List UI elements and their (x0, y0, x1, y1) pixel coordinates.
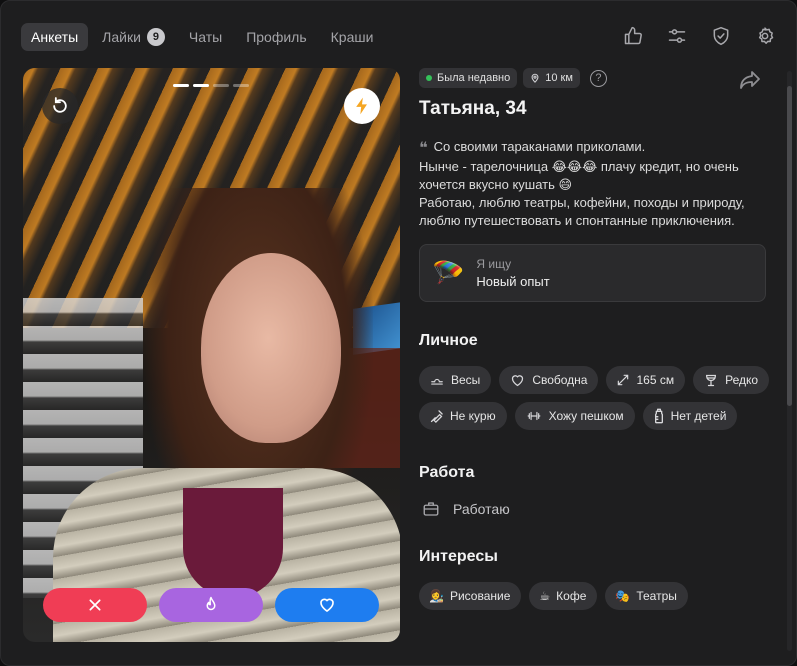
libra-icon (431, 378, 443, 385)
gear-icon[interactable] (754, 25, 776, 47)
page-dot[interactable] (173, 84, 189, 87)
likes-count-badge: 9 (146, 28, 165, 46)
seeking-label: Я ищу (476, 257, 512, 271)
chip-label: Весы (451, 373, 481, 387)
chip-label: Свободна (532, 373, 588, 387)
seeking-value: Новый опыт (476, 274, 550, 289)
tab-likes[interactable]: Лайки 9 (92, 23, 175, 51)
page-dot[interactable] (233, 84, 249, 87)
work-value: Работаю (453, 501, 510, 517)
page-dot[interactable] (213, 84, 229, 87)
chip-interest-coffee: ☕ Кофе (529, 582, 598, 610)
chip-interest-drawing: 👩‍🎨 Рисование (419, 582, 522, 610)
personal-section-title: Личное (419, 332, 478, 349)
status-text: Была недавно (437, 72, 511, 84)
chip-height: 165 см (606, 366, 686, 394)
app-window: Анкеты Лайки 9 Чаты Профиль Краши Была н… (0, 0, 797, 666)
share-icon[interactable] (737, 68, 763, 92)
tab-label: Профиль (246, 29, 307, 45)
location-pin-icon (531, 73, 539, 83)
no-smoking-icon (430, 409, 443, 423)
nav-actions (622, 25, 776, 47)
chip-smoking: Не курю (419, 402, 507, 430)
bio-line: Нынче - тарелочница 😂😂😂 плачу кредит, но… (419, 159, 739, 192)
chip-activity: Хожу пешком (514, 402, 635, 430)
like-button[interactable] (275, 588, 379, 622)
dumbbell-icon (527, 411, 541, 421)
quote-icon: ❝ (419, 140, 428, 157)
person-face (201, 253, 341, 443)
coffee-icon: ☕ (539, 589, 551, 603)
wine-glass-icon (706, 374, 717, 386)
boost-button[interactable] (344, 88, 380, 124)
chip-label: Не курю (450, 409, 496, 423)
heart-icon (320, 598, 334, 612)
shield-check-icon[interactable] (710, 25, 732, 47)
chip-label: Хожу пешком (548, 409, 624, 423)
profile-bio: ❝ Со своими тараканами приколами. Нынче -… (419, 138, 759, 230)
online-dot (426, 75, 432, 81)
close-icon (89, 599, 101, 611)
bio-line: Со своими тараканами приколами. (433, 139, 646, 154)
work-row: Работаю (421, 500, 779, 518)
heart-outline-icon (512, 374, 524, 386)
tab-label: Чаты (188, 29, 223, 45)
chip-label: Нет детей (670, 409, 727, 423)
tab-profile[interactable]: Профиль (236, 23, 316, 51)
tab-chats[interactable]: Чаты (179, 23, 232, 51)
undo-button[interactable] (42, 88, 78, 124)
personal-chips: Весы Свободна 165 см Редко Не курю Хожу … (419, 366, 774, 430)
chip-label: Кофе (556, 589, 587, 603)
distance-badge: 10 км (523, 68, 580, 88)
chip-interest-theatre: 🎭 Театры (605, 582, 688, 610)
height-arrows-icon (618, 374, 629, 386)
chip-label: Рисование (449, 589, 511, 603)
status-badge: Была недавно (419, 68, 518, 88)
top-nav: Анкеты Лайки 9 Чаты Профиль Краши (21, 23, 383, 51)
artist-icon: 👩‍🎨 (429, 589, 444, 603)
interests-chips: 👩‍🎨 Рисование ☕ Кофе 🎭 Театры (419, 582, 774, 610)
fire-icon (206, 596, 216, 611)
chip-label: Редко (725, 373, 759, 387)
tab-profiles[interactable]: Анкеты (21, 23, 89, 51)
page-dot[interactable] (193, 84, 209, 87)
tab-label: Краши (330, 29, 374, 45)
chip-alcohol: Редко (693, 366, 770, 394)
work-section-title: Работа (419, 464, 475, 481)
seeking-card: 🪂 Я ищу Новый опыт (419, 244, 766, 302)
interests-section-title: Интересы (419, 548, 498, 565)
status-row: Была недавно 10 км ? (419, 68, 779, 88)
superlike-button[interactable] (159, 588, 263, 622)
thumbs-up-icon[interactable] (622, 25, 644, 47)
tab-label: Анкеты (31, 29, 79, 45)
chip-label: 165 см (636, 373, 675, 387)
lightning-icon (356, 97, 367, 115)
tab-label: Лайки (102, 29, 141, 45)
chip-children: Нет детей (642, 402, 738, 430)
tab-crushes[interactable]: Краши (321, 23, 384, 51)
undo-icon (53, 97, 67, 113)
baby-bottle-icon (654, 408, 663, 424)
photo-pagination (173, 84, 249, 87)
briefcase-icon (423, 502, 439, 516)
sliders-icon[interactable] (666, 25, 688, 47)
chip-relationship: Свободна (499, 366, 599, 394)
help-icon[interactable]: ? (589, 69, 607, 87)
parachute-icon: 🪂 (432, 258, 465, 288)
scrollbar-thumb[interactable] (787, 86, 792, 406)
distance-text: 10 км (545, 72, 573, 84)
chip-label: Театры (636, 589, 677, 603)
profile-name: Татьяна, 34 (419, 98, 527, 119)
swipe-actions (43, 588, 379, 622)
bio-line: Работаю, люблю театры, кофейни, походы и… (419, 195, 745, 228)
profile-photo[interactable] (23, 68, 400, 642)
chip-zodiac: Весы (419, 366, 492, 394)
dislike-button[interactable] (43, 588, 147, 622)
theatre-masks-icon: 🎭 (615, 589, 631, 603)
profile-info: Была недавно 10 км ? Татьяна, 34 ❝ Со сво… (419, 68, 779, 610)
